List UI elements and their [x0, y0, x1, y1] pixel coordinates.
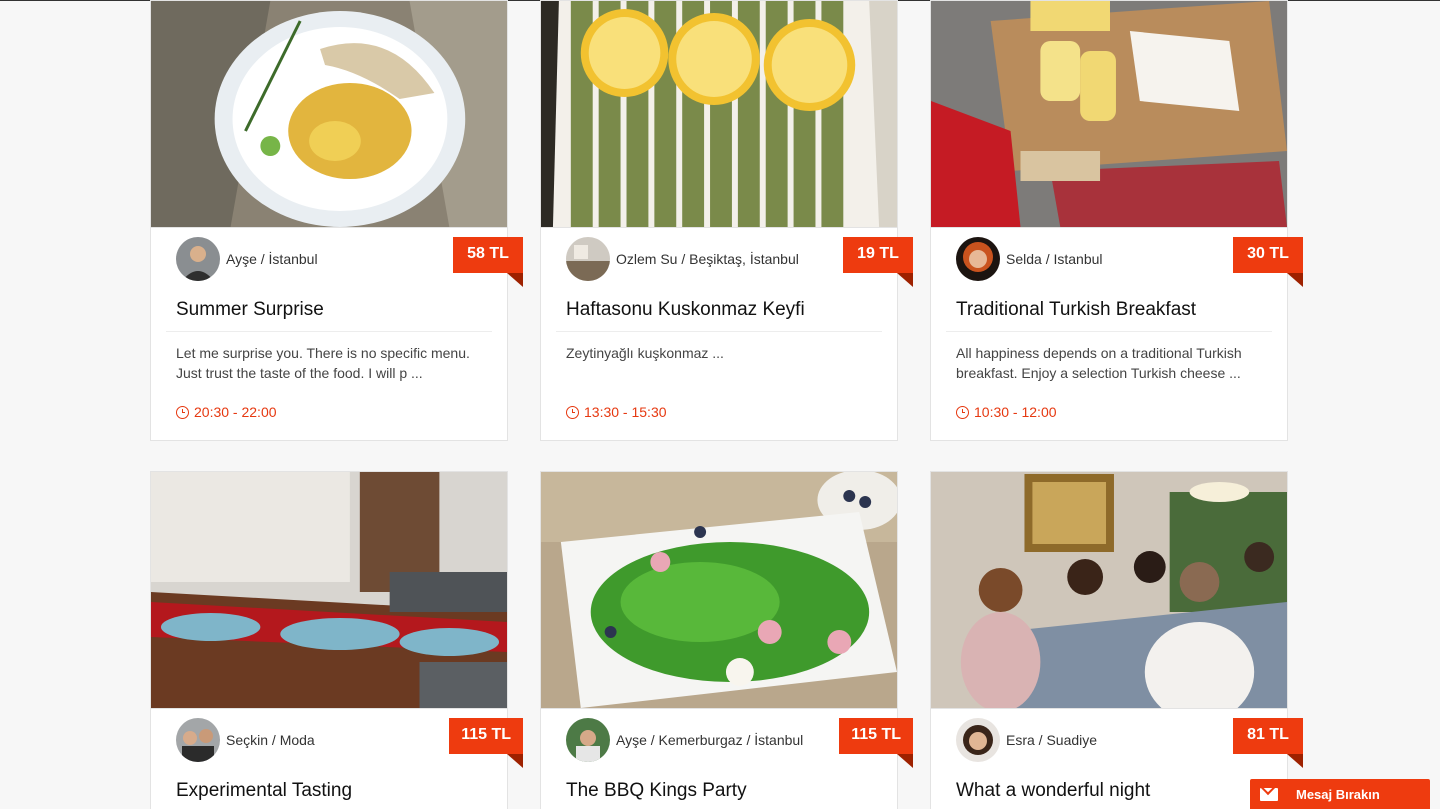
experience-card[interactable]: Seçkin / Moda 115 TL Experimental Tastin…	[150, 471, 523, 809]
host-info[interactable]: Seçkin / Moda	[176, 718, 315, 762]
envelope-icon	[1260, 787, 1278, 801]
host-avatar[interactable]	[956, 718, 1000, 762]
food-photo[interactable]	[931, 472, 1287, 709]
host-name[interactable]: Ozlem Su / Beşiktaş, İstanbul	[616, 251, 799, 267]
time-range: 20:30 - 22:00	[176, 404, 277, 420]
host-avatar[interactable]	[566, 718, 610, 762]
divider	[556, 331, 882, 332]
host-name[interactable]: Seçkin / Moda	[226, 732, 315, 748]
food-photo[interactable]	[151, 472, 507, 709]
time-text: 10:30 - 12:00	[974, 404, 1057, 420]
experience-title[interactable]: The BBQ Kings Party	[566, 780, 747, 802]
experience-title[interactable]: Experimental Tasting	[176, 780, 352, 802]
host-info[interactable]: Esra / Suadiye	[956, 718, 1097, 762]
host-info[interactable]: Ayşe / Kemerburgaz / İstanbul	[566, 718, 803, 762]
price-tag: 19 TL	[843, 237, 913, 287]
host-avatar[interactable]	[176, 237, 220, 281]
host-avatar[interactable]	[956, 237, 1000, 281]
price-tag: 81 TL	[1233, 718, 1303, 768]
experience-description: All happiness depends on a traditional T…	[956, 345, 1242, 381]
host-name[interactable]: Selda / Istanbul	[1006, 251, 1103, 267]
experience-card[interactable]: Esra / Suadiye 81 TL What a wonderful ni…	[930, 471, 1303, 809]
time-text: 20:30 - 22:00	[194, 404, 277, 420]
host-info[interactable]: Selda / Istanbul	[956, 237, 1103, 281]
clock-icon	[956, 405, 969, 419]
host-avatar[interactable]	[176, 718, 220, 762]
host-info[interactable]: Ozlem Su / Beşiktaş, İstanbul	[566, 237, 799, 281]
food-photo[interactable]	[931, 1, 1287, 228]
divider	[946, 331, 1272, 332]
host-avatar[interactable]	[566, 237, 610, 281]
price-tag: 115 TL	[449, 718, 523, 768]
leave-message-label: Mesaj Bırakın	[1296, 786, 1380, 802]
experience-title[interactable]: Summer Surprise	[176, 299, 324, 321]
time-text: 13:30 - 15:30	[584, 404, 667, 420]
experience-card[interactable]: Ayşe / İstanbul 58 TL Summer Surprise Le…	[150, 0, 523, 441]
experience-description: Zeytinyağlı kuşkonmaz ...	[566, 345, 724, 361]
leave-message-button[interactable]: Mesaj Bırakın	[1250, 779, 1430, 809]
time-range: 13:30 - 15:30	[566, 404, 667, 420]
food-photo[interactable]	[151, 1, 507, 228]
experience-title[interactable]: Traditional Turkish Breakfast	[956, 299, 1196, 321]
divider	[166, 331, 492, 332]
food-photo[interactable]	[541, 1, 897, 228]
experience-title[interactable]: What a wonderful night	[956, 780, 1150, 802]
host-name[interactable]: Esra / Suadiye	[1006, 732, 1097, 748]
host-info[interactable]: Ayşe / İstanbul	[176, 237, 318, 281]
host-name[interactable]: Ayşe / Kemerburgaz / İstanbul	[616, 732, 803, 748]
experience-card[interactable]: Ozlem Su / Beşiktaş, İstanbul 19 TL Haft…	[540, 0, 913, 441]
price-tag: 58 TL	[453, 237, 523, 287]
price-tag: 115 TL	[839, 718, 913, 768]
experience-card[interactable]: Selda / Istanbul 30 TL Traditional Turki…	[930, 0, 1303, 441]
time-range: 10:30 - 12:00	[956, 404, 1057, 420]
clock-icon	[566, 405, 579, 419]
experience-card[interactable]: Ayşe / Kemerburgaz / İstanbul 115 TL The…	[540, 471, 913, 809]
experience-title[interactable]: Haftasonu Kuskonmaz Keyfi	[566, 299, 805, 321]
clock-icon	[176, 405, 189, 419]
host-name[interactable]: Ayşe / İstanbul	[226, 251, 318, 267]
price-tag: 30 TL	[1233, 237, 1303, 287]
food-photo[interactable]	[541, 472, 897, 709]
experience-description: Let me surprise you. There is no specifi…	[176, 345, 470, 381]
